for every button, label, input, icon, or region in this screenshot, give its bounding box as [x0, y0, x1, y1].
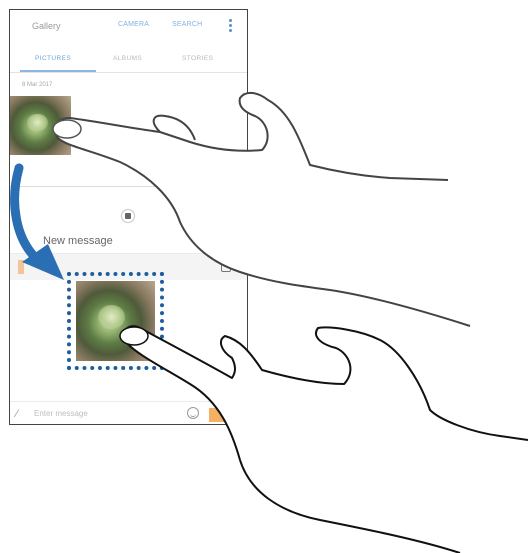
pointing-hand-upper-icon: [52, 92, 471, 327]
pointing-hand-lower-icon: [119, 325, 528, 553]
gesture-overlay: [10, 92, 528, 553]
drag-arrow-icon: [10, 163, 64, 280]
